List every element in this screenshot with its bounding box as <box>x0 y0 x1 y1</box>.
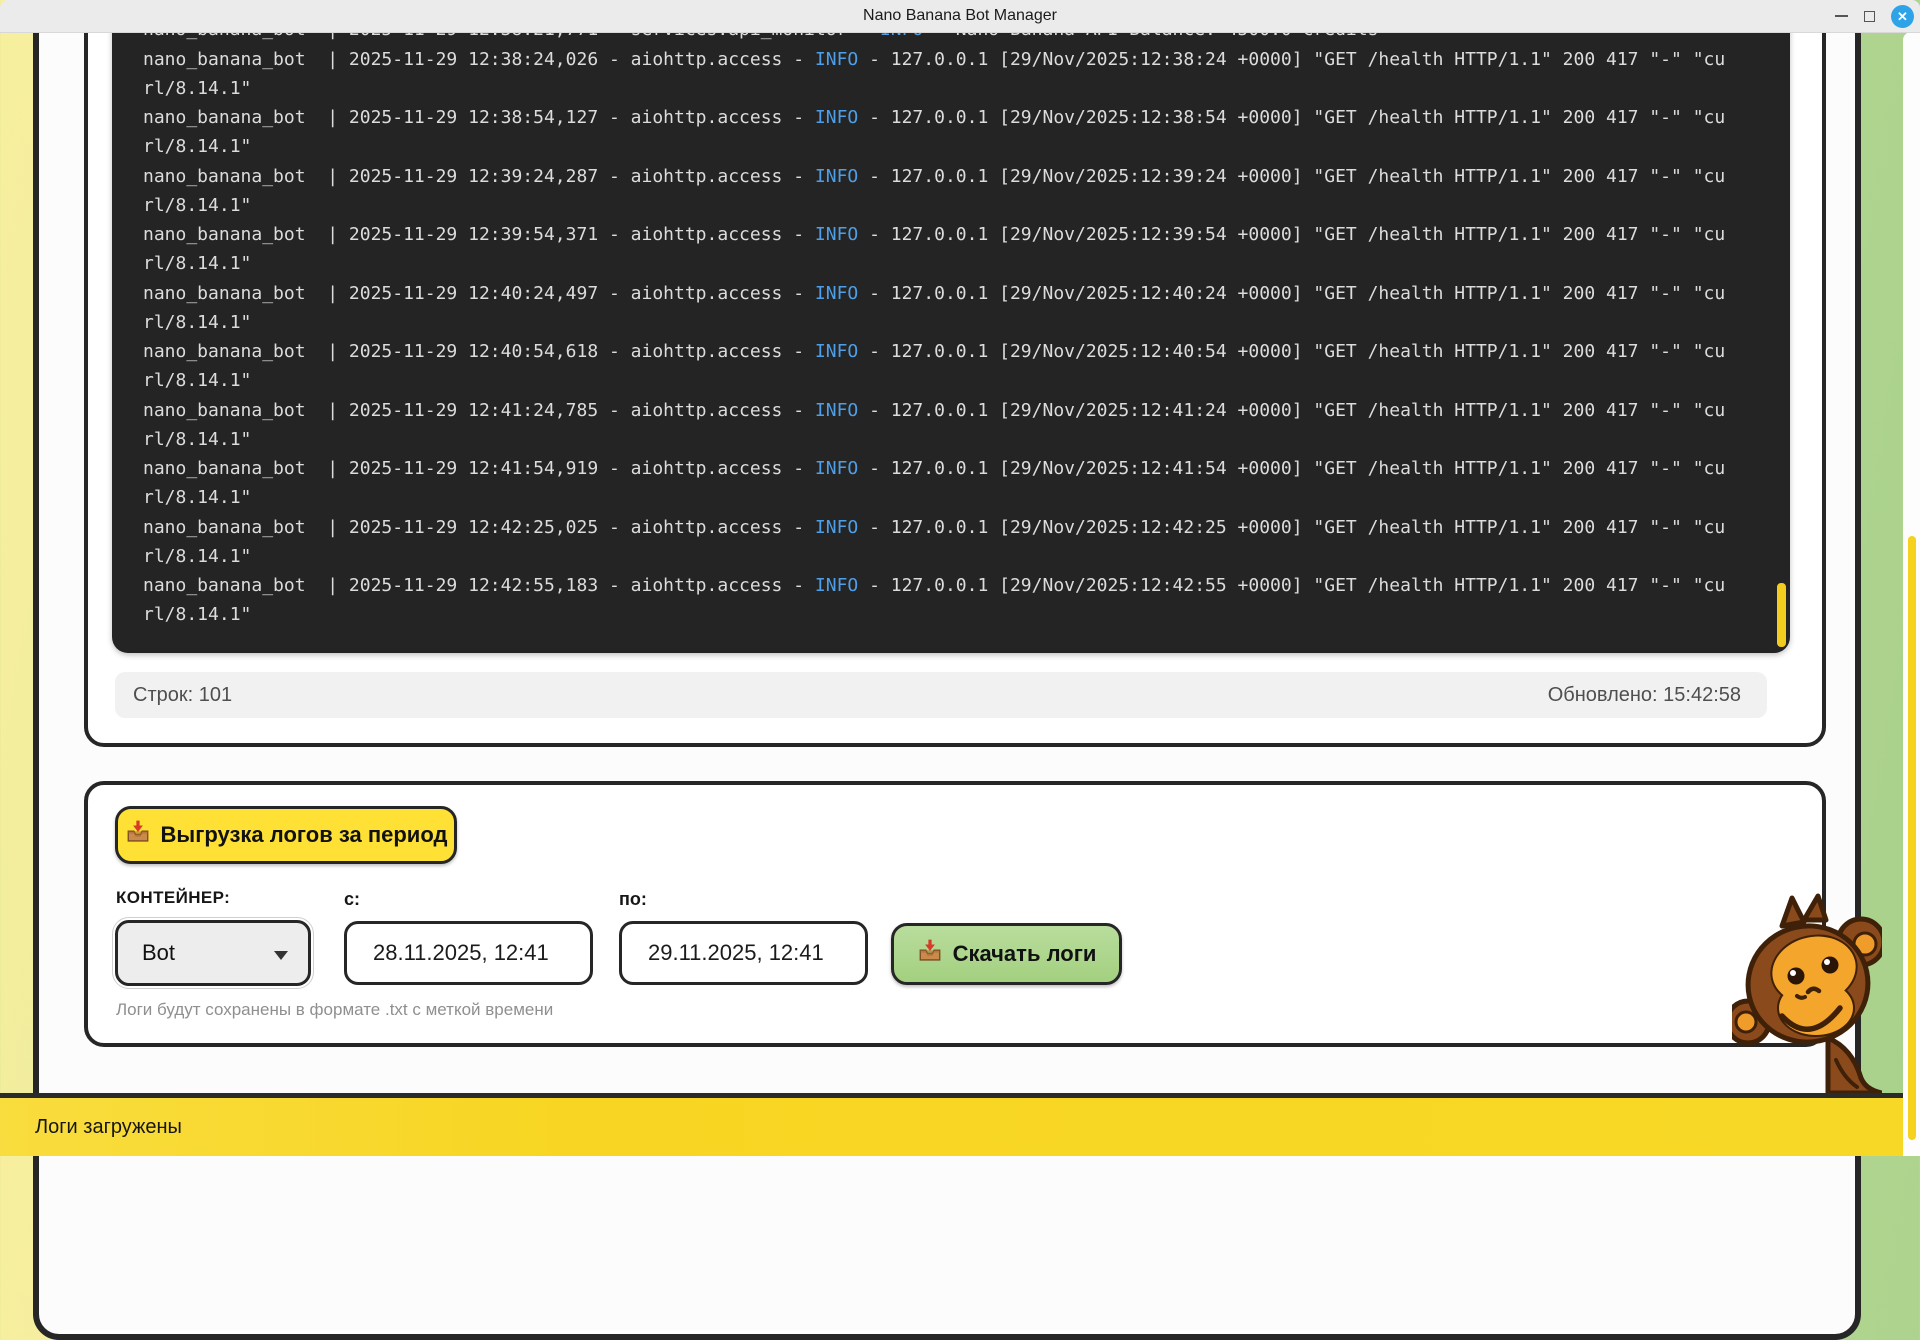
minimize-button[interactable] <box>1835 15 1848 17</box>
date-to-input[interactable]: 29.11.2025, 12:41 <box>619 921 868 985</box>
log-line: nano_banana_bot | 2025-11-29 12:39:54,37… <box>143 221 1729 279</box>
date-from-input[interactable]: 28.11.2025, 12:41 <box>344 921 593 985</box>
page-scrollbar-thumb[interactable] <box>1908 536 1916 1140</box>
from-label: с: <box>344 889 360 910</box>
export-heading-label: Выгрузка логов за период <box>161 822 448 848</box>
log-lines: nano_banana_bot | 2025-11-29 12:38:21,77… <box>143 16 1729 630</box>
inbox-tray-icon <box>917 938 943 970</box>
log-line: nano_banana_bot | 2025-11-29 12:42:25,02… <box>143 514 1729 572</box>
log-line: nano_banana_bot | 2025-11-29 12:39:24,28… <box>143 163 1729 221</box>
window-titlebar: Nano Banana Bot Manager ✕ <box>0 0 1920 33</box>
export-heading-button[interactable]: Выгрузка логов за период <box>115 806 457 864</box>
download-logs-label: Скачать логи <box>953 941 1097 967</box>
log-terminal[interactable]: nano_banana_bot | 2025-11-29 12:38:21,77… <box>112 0 1790 653</box>
window-title: Nano Banana Bot Manager <box>863 7 1057 25</box>
container-label: КОНТЕЙНЕР: <box>116 888 230 908</box>
inbox-tray-icon <box>125 819 151 851</box>
log-line: nano_banana_bot | 2025-11-29 12:41:24,78… <box>143 397 1729 455</box>
page-scrollbar[interactable] <box>1903 32 1920 1156</box>
window-controls: ✕ <box>1835 0 1914 32</box>
log-statusbar: Строк: 101 Обновлено: 15:42:58 <box>115 672 1767 718</box>
log-line: nano_banana_bot | 2025-11-29 12:41:54,91… <box>143 455 1729 513</box>
to-label: по: <box>619 889 647 910</box>
log-line: nano_banana_bot | 2025-11-29 12:42:55,18… <box>143 572 1729 630</box>
container-select[interactable]: Bot <box>115 920 311 986</box>
log-line: nano_banana_bot | 2025-11-29 12:38:54,12… <box>143 104 1729 162</box>
download-logs-button[interactable]: Скачать логи <box>891 923 1122 985</box>
status-toast-message: Логи загружены <box>35 1116 182 1139</box>
log-line: nano_banana_bot | 2025-11-29 12:40:24,49… <box>143 280 1729 338</box>
restore-icon <box>1864 11 1875 22</box>
log-updated-time: Обновлено: 15:42:58 <box>1548 684 1741 707</box>
log-lines-count: Строк: 101 <box>133 684 232 707</box>
log-line: nano_banana_bot | 2025-11-29 12:40:54,61… <box>143 338 1729 396</box>
monkey-mascot <box>1732 882 1882 1093</box>
chevron-down-icon <box>274 951 288 960</box>
status-toast: Логи загружены <box>0 1093 1903 1156</box>
close-button[interactable]: ✕ <box>1891 5 1914 28</box>
log-line: nano_banana_bot | 2025-11-29 12:38:24,02… <box>143 46 1729 104</box>
maximize-button[interactable] <box>1864 11 1875 22</box>
terminal-scrollbar-thumb[interactable] <box>1777 583 1786 647</box>
export-hint: Логи будут сохранены в формате .txt с ме… <box>116 1000 553 1020</box>
container-select-value: Bot <box>142 940 175 966</box>
